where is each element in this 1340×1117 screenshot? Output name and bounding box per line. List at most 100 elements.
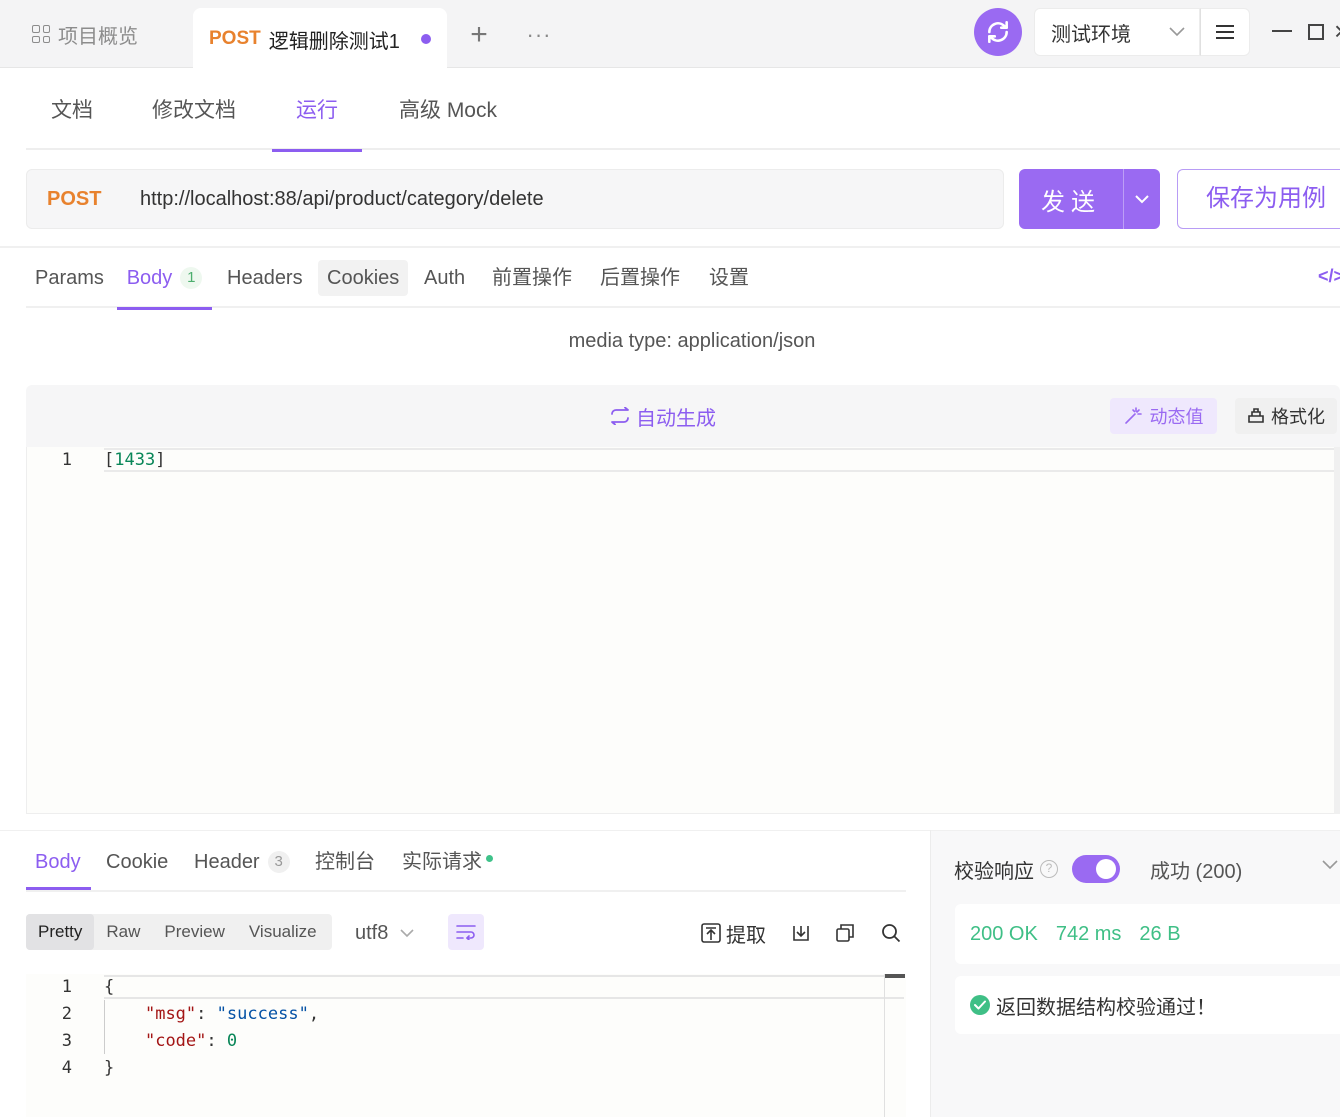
response-view-switch: Pretty Raw Preview Visualize: [26, 914, 332, 950]
response-tabs: Body Cookie Header 3 控制台 实际请求: [26, 842, 906, 892]
response-scrollbar[interactable]: [884, 974, 905, 1117]
sync-icon: [988, 20, 1008, 44]
copy-icon: [836, 924, 854, 942]
url-input[interactable]: http://localhost:88/api/product/category…: [140, 188, 544, 211]
subnav-doc[interactable]: 文档: [50, 76, 94, 150]
save-as-case-button[interactable]: 保存为用例: [1177, 169, 1340, 229]
json-key-code: code: [155, 1031, 197, 1051]
word-wrap-button[interactable]: [448, 914, 484, 950]
active-line-highlight: [104, 975, 904, 999]
download-button[interactable]: [788, 920, 814, 946]
environment-label: 测试环境: [1051, 23, 1131, 46]
view-preview[interactable]: Preview: [152, 914, 236, 950]
dynamic-value-label: 动态值: [1149, 407, 1204, 427]
resp-tab-body[interactable]: Body: [26, 842, 91, 890]
tab-params[interactable]: Params: [35, 260, 104, 308]
validation-result-card: 返回数据结构校验通过！: [955, 976, 1340, 1034]
status-code: 200 OK: [970, 922, 1038, 945]
tab-project-overview[interactable]: 项目概览: [0, 0, 190, 68]
resp-tab-console[interactable]: 控制台: [315, 842, 375, 890]
divider: [0, 246, 1340, 248]
more-tabs-button[interactable]: ···: [522, 18, 556, 52]
send-button[interactable]: 发送: [1019, 169, 1160, 229]
code-line: {: [104, 977, 115, 997]
validate-response-row: 校验响应 ? 成功 (200): [954, 852, 1242, 886]
tab-headers[interactable]: Headers: [227, 260, 303, 308]
extract-icon: [701, 923, 721, 943]
tab-body-badge: 1: [180, 267, 203, 289]
tab-project-overview-label: 项目概览: [58, 25, 138, 48]
search-icon: [882, 924, 901, 943]
menu-icon: [1216, 25, 1234, 39]
code-line: }: [104, 1058, 115, 1078]
line-number: 1: [61, 977, 72, 997]
window-minimize-button[interactable]: [1272, 30, 1292, 32]
json-number: 1433: [114, 450, 156, 470]
extract-label: 提取: [726, 924, 766, 947]
url-bar[interactable]: POST http://localhost:88/api/product/cat…: [26, 169, 1004, 229]
swap-icon: [611, 407, 629, 425]
validate-response-toggle[interactable]: [1072, 855, 1120, 883]
tab-body-label: Body: [126, 267, 173, 289]
editor-scrollbar[interactable]: [1334, 447, 1340, 814]
tab-settings[interactable]: 设置: [709, 260, 749, 308]
code-line: "msg": "success",: [144, 1004, 320, 1024]
tab-active-request[interactable]: POST 逻辑删除测试1: [193, 8, 447, 70]
view-visualize[interactable]: Visualize: [237, 914, 329, 950]
copy-button[interactable]: [832, 920, 858, 946]
tab-body[interactable]: Body 1: [117, 260, 212, 310]
unsaved-dot-icon: [421, 34, 431, 44]
doc-subnav: 文档 修改文档 运行 高级 Mock: [26, 76, 1340, 152]
window-close-button[interactable]: ×: [1334, 16, 1340, 46]
send-options-button[interactable]: [1123, 169, 1160, 229]
method-select[interactable]: POST: [47, 188, 140, 211]
json-value-code: 0: [226, 1031, 238, 1051]
environment-select[interactable]: 测试环境: [1034, 8, 1200, 56]
resp-tab-actual-request[interactable]: 实际请求: [402, 842, 493, 890]
body-code-editor[interactable]: [26, 447, 1336, 814]
json-key-msg: msg: [155, 1004, 186, 1024]
resp-tab-header[interactable]: Header 3: [194, 842, 290, 890]
chevron-down-icon: [400, 928, 414, 937]
extract-button[interactable]: 提取: [700, 918, 766, 948]
view-pretty[interactable]: Pretty: [26, 914, 95, 950]
response-status-card: 200 OK 742 ms 26 B: [955, 904, 1340, 964]
validation-pass-message: 返回数据结构校验通过！: [996, 996, 1216, 1019]
format-icon: [1248, 408, 1264, 423]
validation-result-select[interactable]: 成功 (200): [1150, 855, 1242, 884]
tab-cookies[interactable]: Cookies: [318, 260, 409, 296]
send-button-label: 发送: [1041, 188, 1101, 216]
wrap-icon: [456, 925, 476, 940]
encoding-select[interactable]: utf8: [355, 918, 414, 948]
tab-pre-operations[interactable]: 前置操作: [492, 260, 572, 308]
line-number: 1: [61, 450, 72, 470]
format-button[interactable]: 格式化: [1235, 398, 1337, 434]
code-line: "code": 0: [144, 1031, 238, 1051]
window-maximize-button[interactable]: [1308, 24, 1324, 40]
json-value-msg: success: [226, 1004, 299, 1024]
sync-button[interactable]: [974, 8, 1022, 56]
help-icon[interactable]: ?: [1040, 860, 1058, 878]
code-view-icon[interactable]: </>: [1318, 266, 1340, 290]
dynamic-value-button[interactable]: 动态值: [1110, 398, 1217, 434]
view-raw[interactable]: Raw: [94, 914, 152, 950]
resp-tab-header-badge: 3: [267, 851, 290, 873]
chevron-down-icon[interactable]: [1322, 860, 1338, 870]
chevron-down-icon: [1169, 27, 1185, 37]
tab-post-operations[interactable]: 后置操作: [600, 260, 680, 308]
line-number: 4: [61, 1058, 72, 1078]
resp-tab-actual-request-label: 实际请求: [402, 851, 482, 873]
resp-tab-cookie[interactable]: Cookie: [106, 842, 168, 890]
environment-menu-button[interactable]: [1200, 8, 1250, 56]
new-tab-button[interactable]: +: [462, 18, 496, 52]
active-line-highlight: [104, 448, 1340, 472]
line-number: 3: [61, 1031, 72, 1051]
encoding-label: utf8: [355, 921, 389, 944]
subnav-run[interactable]: 运行: [272, 76, 362, 152]
tab-auth[interactable]: Auth: [424, 260, 465, 308]
search-button[interactable]: [878, 920, 904, 946]
subnav-edit-doc[interactable]: 修改文档: [150, 76, 238, 150]
auto-generate-button[interactable]: 自动生成: [610, 400, 716, 432]
magic-wand-icon: [1124, 407, 1142, 424]
subnav-advanced-mock[interactable]: 高级 Mock: [396, 76, 500, 150]
